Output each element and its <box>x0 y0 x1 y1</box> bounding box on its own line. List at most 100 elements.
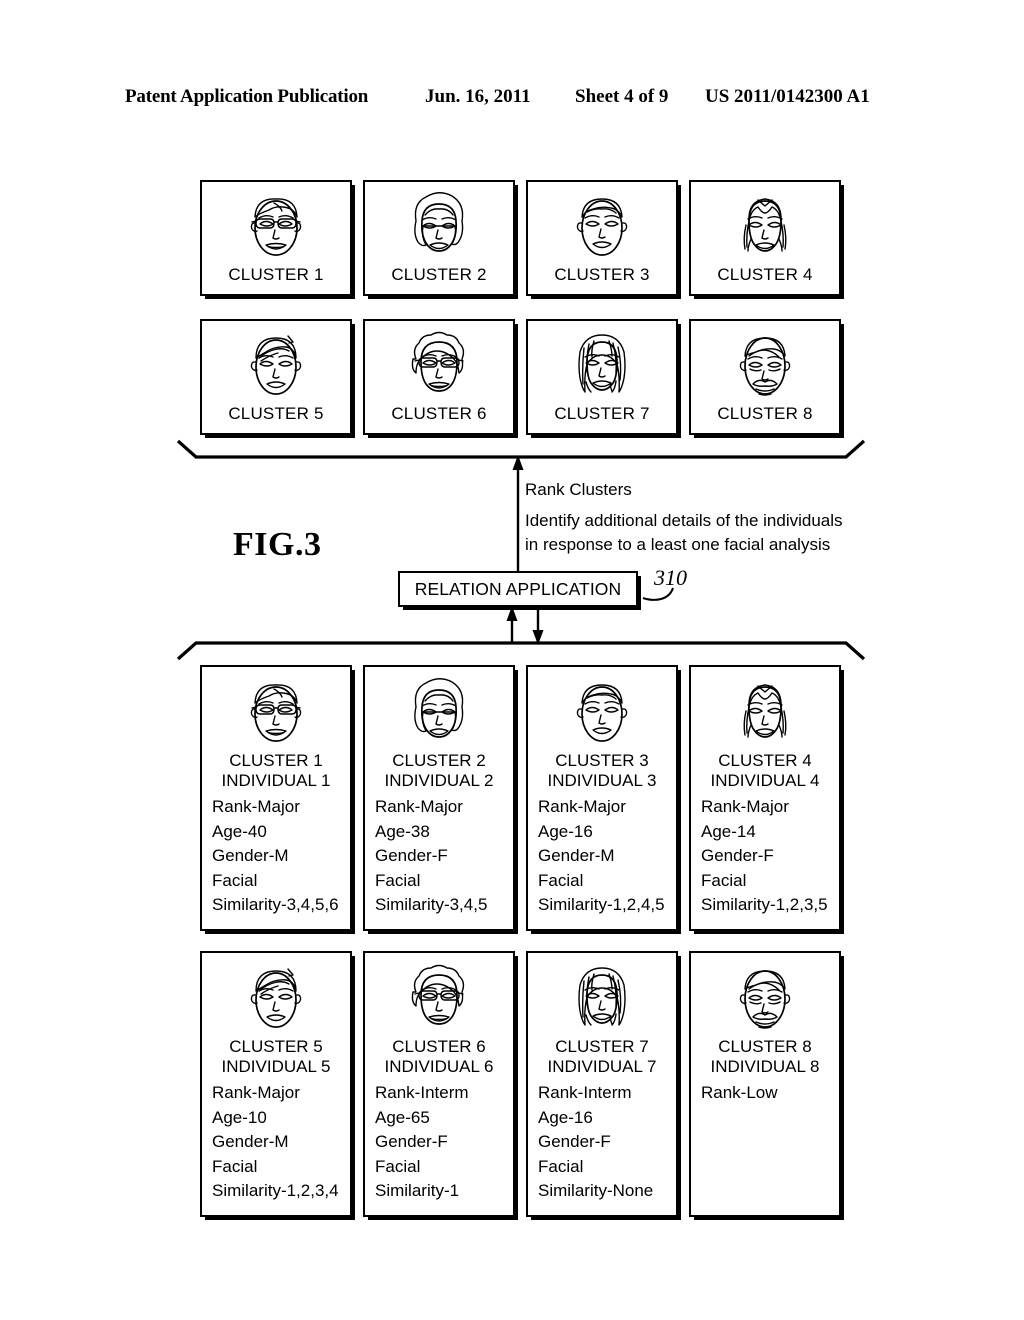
individual-card-individual-3: INDIVIDUAL 3 <box>547 771 657 790</box>
face-long-straight-part <box>743 684 787 738</box>
individual-attribute: Facial <box>212 1156 258 1176</box>
cluster-label-8: CLUSTER 8 <box>717 404 813 423</box>
individual-card-cluster-4: CLUSTER 4 <box>718 751 812 770</box>
individual-card-attributes-3: Rank-Major Age-16 Gender-M Facial Similarity… <box>538 795 674 918</box>
cluster-face-8 <box>691 326 839 402</box>
cluster-face-3 <box>528 187 676 263</box>
individual-face-6 <box>365 959 513 1035</box>
relation-application-box[interactable]: RELATION APPLICATION <box>398 571 638 607</box>
individual-attribute: Similarity-None <box>538 1181 654 1200</box>
individual-card-6[interactable]: CLUSTER 6 INDIVIDUAL 6 Rank-Interm Age-65 Ge… <box>363 951 515 1217</box>
individual-card-attributes-7: Rank-Interm Age-16 Gender-F Facial Similarit… <box>538 1081 674 1204</box>
individual-card-2[interactable]: CLUSTER 2 INDIVIDUAL 2 Rank-Major Age-38 Gen… <box>363 665 515 931</box>
individual-card-title-4: CLUSTER 4 INDIVIDUAL 4 <box>691 751 839 791</box>
cluster-box-7[interactable]: CLUSTER 7 <box>526 319 678 435</box>
individual-attribute: Facial <box>538 1156 584 1176</box>
individual-attribute: Facial <box>212 870 258 890</box>
cluster-face-4 <box>691 187 839 263</box>
individual-card-7[interactable]: CLUSTER 7 INDIVIDUAL 7 Rank-Interm Age-16 Ge… <box>526 951 678 1217</box>
individual-attribute: Gender-M <box>538 846 615 865</box>
face-long-stringy <box>578 334 626 393</box>
individual-face-2 <box>365 673 513 749</box>
individual-face-1 <box>202 673 350 749</box>
cluster-label-2: CLUSTER 2 <box>391 265 487 284</box>
cluster-box-2[interactable]: CLUSTER 2 <box>363 180 515 296</box>
individual-card-attributes-4: Rank-Major Age-14 Gender-F Facial Similarity… <box>701 795 837 918</box>
relation-application-label: RELATION APPLICATION <box>414 578 622 599</box>
individual-card-title-7: CLUSTER 7 INDIVIDUAL 7 <box>528 1037 676 1077</box>
individual-attribute: Gender-M <box>212 846 289 865</box>
face-glasses-curly <box>411 331 465 392</box>
cluster-face-5 <box>202 326 350 402</box>
individual-attribute: Facial <box>375 1156 421 1176</box>
individual-attribute: Similarity-1 <box>375 1181 460 1200</box>
individual-attribute: Facial <box>538 870 584 890</box>
individual-card-title-2: CLUSTER 2 INDIVIDUAL 2 <box>365 751 513 791</box>
individual-card-attributes-1: Rank-Major Age-40 Gender-M Facial Similarity… <box>212 795 348 918</box>
note-identify-line-2: in response to a least one facial analys… <box>525 535 831 554</box>
individual-attribute: Facial <box>375 870 421 890</box>
header-date: Jun. 16, 2011 <box>425 86 531 107</box>
face-swept-bangs <box>250 335 302 395</box>
page-header: Patent Application Publication Jun. 16, … <box>0 86 1024 112</box>
individual-attribute: Rank-Major <box>701 797 789 816</box>
individual-attribute: Similarity-1,2,3,5 <box>701 895 828 914</box>
individual-attribute: Similarity-3,4,5,6 <box>212 895 339 914</box>
individual-attribute: Similarity-1,2,3,4 <box>212 1181 339 1200</box>
individual-card-4[interactable]: CLUSTER 4 INDIVIDUAL 4 Rank-Major Age-14 Gen… <box>689 665 841 931</box>
reference-numeral-310: 310 <box>654 565 687 590</box>
individual-card-attributes-2: Rank-Major Age-38 Gender-F Facial Similarity… <box>375 795 511 918</box>
individual-face-8 <box>691 959 839 1035</box>
face-long-straight-part <box>743 198 787 252</box>
individual-face-4 <box>691 673 839 749</box>
face-mustache-balding <box>739 337 791 396</box>
cluster-label-7: CLUSTER 7 <box>554 404 650 423</box>
individual-attribute: Rank-Low <box>701 1083 778 1102</box>
cluster-face-1 <box>202 187 350 263</box>
cluster-box-8[interactable]: CLUSTER 8 <box>689 319 841 435</box>
individual-card-individual-5: INDIVIDUAL 5 <box>221 1057 331 1076</box>
individual-face-5 <box>202 959 350 1035</box>
cluster-face-7 <box>528 326 676 402</box>
individual-attribute: Rank-Major <box>212 797 300 816</box>
individual-card-individual-1: INDIVIDUAL 1 <box>221 771 331 790</box>
face-glasses-short-hair <box>250 684 302 742</box>
cluster-box-5[interactable]: CLUSTER 5 <box>200 319 352 435</box>
individual-attribute: Age-38 <box>375 821 430 841</box>
individual-card-cluster-6: CLUSTER 6 <box>392 1037 486 1056</box>
cluster-box-6[interactable]: CLUSTER 6 <box>363 319 515 435</box>
individual-card-3[interactable]: CLUSTER 3 INDIVIDUAL 3 Rank-Major Age-16 Gen… <box>526 665 678 931</box>
individual-card-cluster-8: CLUSTER 8 <box>718 1037 812 1056</box>
face-wavy-bob <box>414 192 464 252</box>
face-short-crop <box>576 684 628 742</box>
individual-attribute: Facial <box>701 870 747 890</box>
individual-card-title-6: CLUSTER 6 INDIVIDUAL 6 <box>365 1037 513 1077</box>
cluster-face-2 <box>365 187 513 263</box>
individual-attribute: Similarity-1,2,4,5 <box>538 895 665 914</box>
header-patent-number: US 2011/0142300 A1 <box>705 86 870 107</box>
individual-attribute: Rank-Interm <box>375 1083 469 1102</box>
face-glasses-short-hair <box>250 198 302 256</box>
upper-bracket <box>176 439 866 459</box>
individual-card-5[interactable]: CLUSTER 5 INDIVIDUAL 5 Rank-Major Age-10 Gen… <box>200 951 352 1217</box>
individual-card-cluster-1: CLUSTER 1 <box>229 751 323 770</box>
individual-attribute: Gender-F <box>375 1132 448 1151</box>
individual-attribute: Age-16 <box>538 1107 593 1127</box>
individual-card-title-8: CLUSTER 8 INDIVIDUAL 8 <box>691 1037 839 1077</box>
individual-card-individual-2: INDIVIDUAL 2 <box>384 771 494 790</box>
individual-attribute: Age-65 <box>375 1107 430 1127</box>
individual-attribute: Age-14 <box>701 821 756 841</box>
arrow-head-up-to-relation-app <box>506 606 518 621</box>
individual-attribute: Rank-Major <box>375 797 463 816</box>
cluster-box-1[interactable]: CLUSTER 1 <box>200 180 352 296</box>
individual-card-1[interactable]: CLUSTER 1 INDIVIDUAL 1 Rank-Major Age-40 Gen… <box>200 665 352 931</box>
individual-card-8[interactable]: CLUSTER 8 INDIVIDUAL 8 Rank-Low <box>689 951 841 1217</box>
cluster-box-3[interactable]: CLUSTER 3 <box>526 180 678 296</box>
individual-attribute: Gender-F <box>375 846 448 865</box>
individual-attribute: Gender-F <box>538 1132 611 1151</box>
header-publication: Patent Application Publication <box>125 86 369 107</box>
individual-attribute: Gender-F <box>701 846 774 865</box>
cluster-label-3: CLUSTER 3 <box>554 265 650 284</box>
individual-face-3 <box>528 673 676 749</box>
cluster-box-4[interactable]: CLUSTER 4 <box>689 180 841 296</box>
